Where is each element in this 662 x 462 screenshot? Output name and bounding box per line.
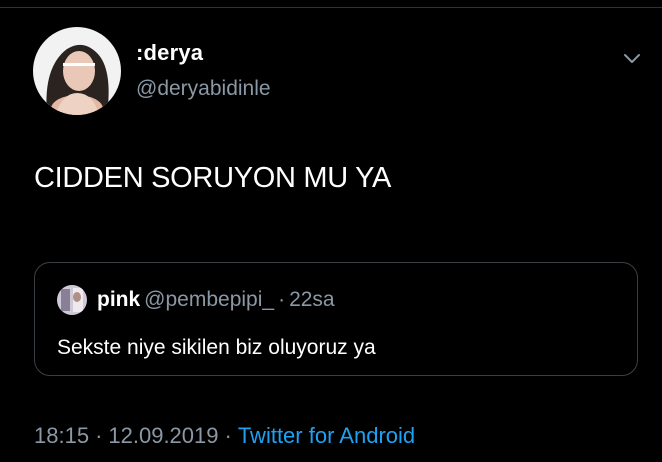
author-handle[interactable]: @deryabidinle [136,77,271,101]
quoted-time[interactable]: 22sa [289,288,335,311]
source-link[interactable]: Twitter for Android [238,423,415,448]
quoted-author-name: pink [97,288,141,311]
quoted-separator: · [278,288,286,311]
tweet-time[interactable]: 18:15 [34,423,89,448]
quoted-tweet[interactable]: pink @pembepipi_ · 22sa Sekste niye sikilen… [34,262,638,376]
meta-separator: · [95,423,103,448]
tweet-text: CIDDEN SORUYON MU YA [34,162,392,194]
display-name[interactable]: :derya [136,40,203,66]
avatar[interactable] [33,27,121,115]
chevron-down-icon[interactable] [621,50,643,68]
tweet: :derya @deryabidinle CIDDEN SORUYON MU Y… [0,0,662,462]
quoted-header: pink @pembepipi_ · 22sa [97,288,335,312]
tweet-meta: 18:15 · 12.09.2019 · Twitter for Android [34,423,415,449]
quoted-avatar [57,285,87,315]
top-divider [0,7,662,8]
quoted-author-handle: @pembepipi_ [144,288,275,311]
quoted-text: Sekste niye sikilen biz oluyoruz ya [57,336,376,359]
tweet-date[interactable]: 12.09.2019 [108,423,218,448]
meta-separator-2: · [224,423,232,448]
